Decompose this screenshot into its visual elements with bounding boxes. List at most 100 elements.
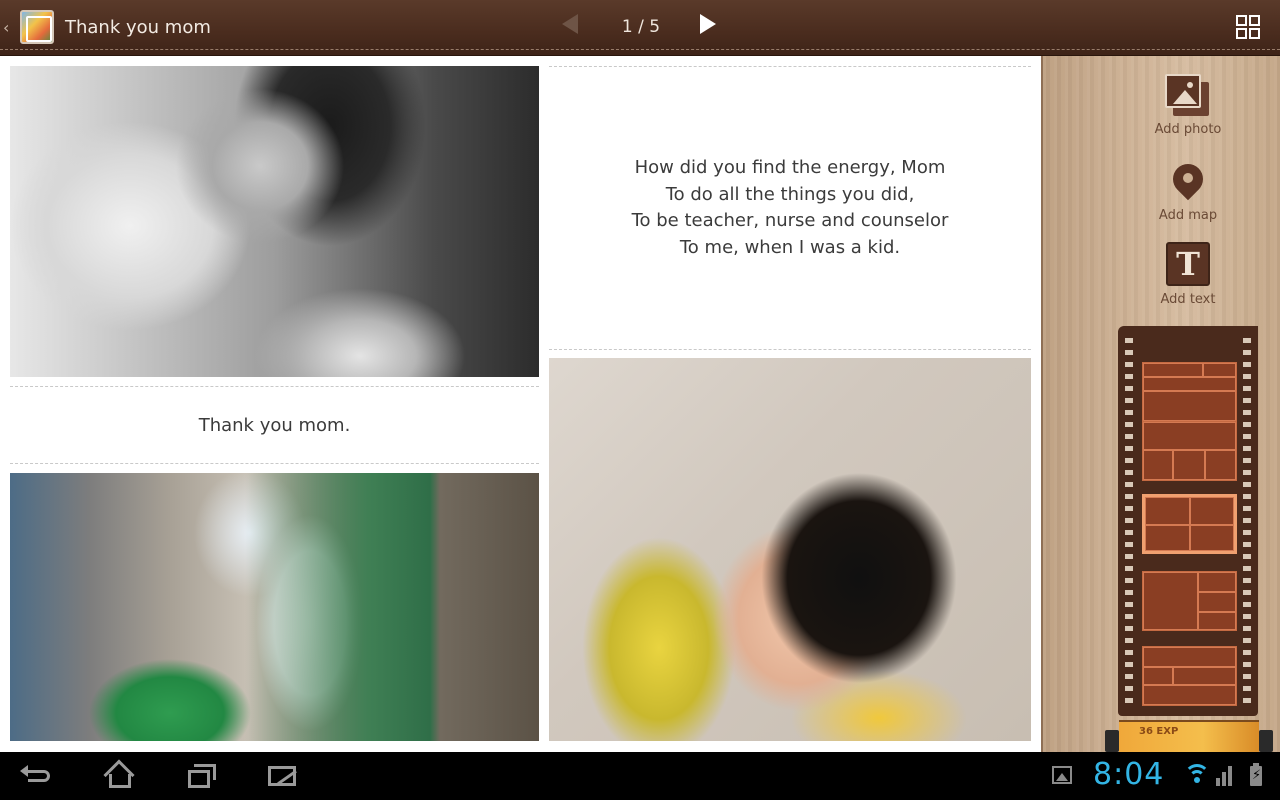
back-button[interactable]: ‹ (0, 8, 60, 48)
frame-cell (1143, 391, 1236, 421)
film-perforation (1243, 338, 1251, 343)
film-perforation (1243, 482, 1251, 487)
photo-icon (1165, 74, 1211, 118)
film-perforation (1125, 434, 1133, 439)
film-perforation (1243, 386, 1251, 391)
frame-cell (1198, 592, 1236, 612)
layout-frame-1[interactable] (1142, 362, 1237, 422)
poem-text-block[interactable]: How did you find the energy, Mom To do a… (549, 66, 1031, 350)
frame-cell (1143, 572, 1198, 630)
film-perforation (1125, 374, 1133, 379)
film-perforation (1125, 422, 1133, 427)
system-recent-apps-button[interactable] (182, 760, 222, 792)
layout-frame-4[interactable] (1142, 571, 1237, 631)
system-navigation-bar (0, 752, 1280, 800)
screenshot-icon (268, 766, 296, 786)
caption-text-block[interactable]: Thank you mom. (10, 386, 539, 464)
film-perforation (1243, 602, 1251, 607)
film-perforation (1243, 674, 1251, 679)
film-perforation (1243, 410, 1251, 415)
back-arrow-icon (20, 765, 50, 782)
frame-cell (1143, 422, 1236, 450)
film-perforation (1243, 698, 1251, 703)
film-perforation (1243, 578, 1251, 583)
film-perforation (1243, 434, 1251, 439)
film-perforation (1243, 350, 1251, 355)
map-pin-icon (1166, 157, 1210, 210)
film-perforation (1125, 638, 1133, 643)
add-photo-button[interactable]: Add photo (1145, 74, 1231, 137)
poem-line: To be teacher, nurse and counselor (631, 210, 949, 231)
grid-layout-icon (1236, 15, 1247, 26)
gallery-notification-icon[interactable] (1052, 766, 1072, 784)
canister-cap (1105, 730, 1119, 752)
film-perforation (1243, 662, 1251, 667)
film-perforation (1243, 686, 1251, 691)
next-page-button[interactable] (700, 14, 716, 34)
film-perforation (1125, 362, 1133, 367)
action-bar: ‹ Thank you mom 1 / 5 (0, 0, 1280, 56)
poem-line: To me, when I was a kid. (679, 236, 901, 258)
frame-cell (1145, 497, 1190, 525)
status-clock[interactable]: 8:04 (1093, 757, 1164, 792)
film-perforation (1125, 338, 1133, 343)
album-thumbnail-icon (20, 10, 54, 44)
film-perforation (1243, 494, 1251, 499)
layout-frame-5[interactable] (1142, 646, 1237, 706)
film-canister: 36 EXP (1105, 718, 1275, 752)
frame-cell (1198, 572, 1236, 592)
film-perforation (1243, 566, 1251, 571)
film-perforation (1125, 518, 1133, 523)
film-perforation (1243, 542, 1251, 547)
film-perforation (1243, 650, 1251, 655)
add-text-button[interactable]: T Add text (1145, 242, 1231, 307)
film-perforation (1125, 470, 1133, 475)
frame-cell (1173, 450, 1205, 480)
frame-cell (1143, 450, 1173, 480)
film-perforation (1243, 554, 1251, 559)
film-perforation (1125, 698, 1133, 703)
photo-mother-and-child-bw[interactable] (10, 66, 539, 377)
layout-frame-2[interactable] (1142, 421, 1237, 481)
chevron-left-icon: ‹ (3, 18, 10, 37)
signal-bar (1216, 778, 1220, 786)
wifi-icon (1184, 764, 1210, 786)
previous-page-button[interactable] (562, 14, 578, 34)
layout-frame-3-selected[interactable] (1142, 494, 1237, 554)
layout-grid-button[interactable] (1236, 15, 1260, 39)
system-screenshot-button[interactable] (262, 760, 302, 792)
frame-cell (1203, 363, 1236, 377)
photo-child-looking-up[interactable] (549, 358, 1031, 741)
film-perforation (1243, 518, 1251, 523)
film-perforation (1125, 626, 1133, 631)
caption-text: Thank you mom. (198, 414, 351, 436)
film-perforation (1243, 362, 1251, 367)
frame-cell (1143, 377, 1236, 391)
add-map-label: Add map (1158, 208, 1218, 223)
system-home-button[interactable] (100, 759, 140, 792)
film-perforation (1243, 422, 1251, 427)
film-perforation (1125, 350, 1133, 355)
add-map-button[interactable]: Add map (1145, 157, 1231, 223)
grid-cell (1249, 15, 1260, 26)
film-perforation (1125, 554, 1133, 559)
frame-cell (1205, 450, 1236, 480)
frame-cell (1190, 525, 1234, 551)
frame-cell (1143, 685, 1236, 705)
system-back-button[interactable] (20, 760, 62, 792)
signal-icon (1216, 764, 1232, 786)
film-perforation (1125, 662, 1133, 667)
signal-bar (1228, 766, 1232, 786)
text-icon: T (1166, 242, 1210, 286)
photo-alley-walk[interactable] (10, 473, 539, 741)
poem-line: How did you find the energy, Mom (634, 157, 946, 178)
film-perforation (1243, 530, 1251, 535)
film-perforation (1125, 506, 1133, 511)
charging-bolt-icon: ⚡ (1252, 768, 1262, 783)
photo-icon-sun (1187, 82, 1193, 88)
canister-body: 36 EXP (1119, 720, 1259, 752)
film-perforation (1243, 458, 1251, 463)
film-perforation (1125, 590, 1133, 595)
grid-cell (1249, 28, 1260, 39)
film-perforation (1243, 590, 1251, 595)
